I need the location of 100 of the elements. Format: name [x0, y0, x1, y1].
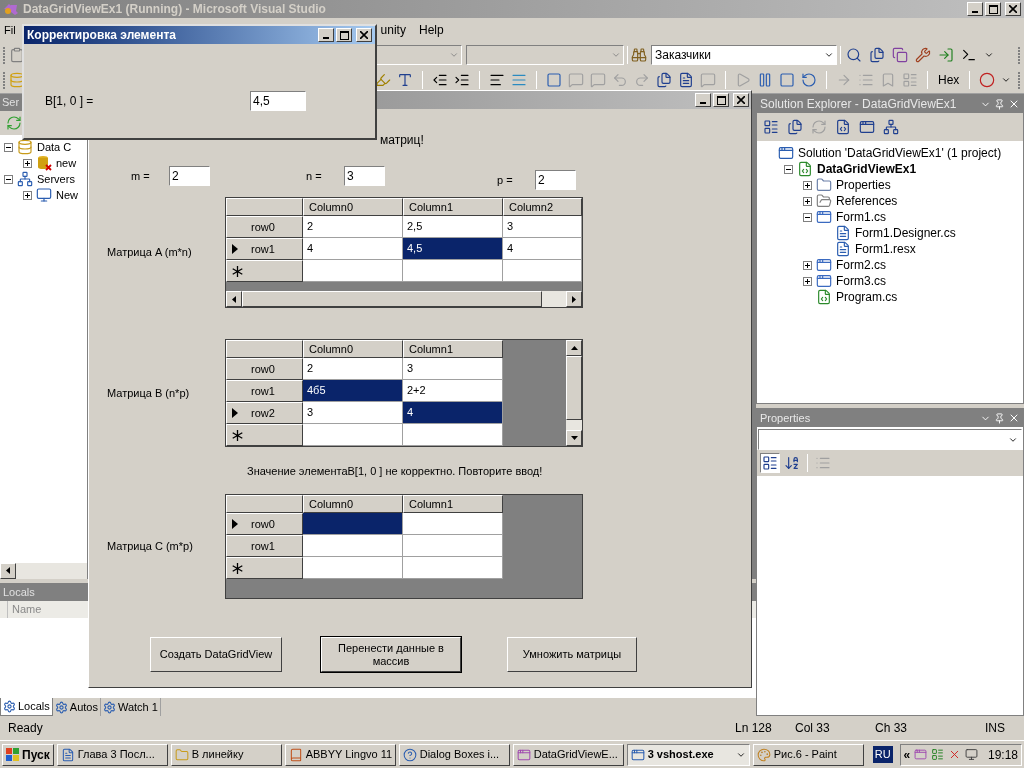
grid-cell[interactable] — [303, 260, 403, 282]
language-indicator[interactable]: RU — [872, 746, 893, 763]
column-header[interactable]: Column0 — [303, 340, 403, 358]
pin-icon[interactable] — [994, 98, 1005, 110]
app-icon[interactable] — [914, 748, 928, 761]
tree-item[interactable]: Program.cs — [836, 288, 898, 306]
grid-cell[interactable] — [303, 513, 403, 535]
expand-icon[interactable] — [23, 190, 32, 200]
tree-item[interactable]: Servers — [37, 170, 75, 188]
indent-icon[interactable] — [454, 72, 470, 88]
row-header[interactable]: row0 — [226, 216, 303, 238]
align-icon[interactable] — [489, 72, 505, 88]
close-icon[interactable] — [1008, 98, 1020, 110]
collapse-icon[interactable] — [784, 164, 793, 174]
row-header[interactable] — [226, 557, 303, 579]
taskbar-button[interactable]: DataGridViewE... — [512, 743, 624, 766]
grid-cell[interactable]: 2 — [303, 358, 403, 380]
tree-item[interactable]: Solution 'DataGridViewEx1' (1 project) — [798, 144, 1002, 162]
taskbar-button[interactable]: Глава 3 Посл... — [56, 743, 168, 766]
code-file-icon[interactable] — [816, 289, 832, 305]
network-icon[interactable] — [965, 748, 979, 761]
horizontal-scrollbar[interactable] — [226, 291, 582, 307]
maximize-button[interactable] — [985, 2, 1001, 16]
copy-icon[interactable] — [892, 46, 908, 63]
row-header[interactable]: row0 — [226, 513, 303, 535]
tree-item[interactable]: References — [836, 192, 898, 210]
file-icon[interactable] — [835, 225, 851, 241]
form-icon[interactable] — [816, 209, 832, 225]
expand-icon[interactable] — [803, 276, 812, 286]
action-button[interactable]: Умножить матрицы — [507, 637, 637, 672]
scroll-arrow-button[interactable] — [566, 340, 582, 356]
minimize-button[interactable] — [695, 93, 711, 107]
book-icon[interactable] — [288, 747, 303, 762]
folder-icon[interactable] — [816, 193, 832, 209]
binoculars-icon[interactable] — [631, 46, 647, 63]
designer-icon[interactable] — [859, 119, 875, 135]
number-field[interactable]: 2 — [535, 170, 576, 190]
tree-item[interactable]: Form2.cs — [836, 256, 886, 274]
grid-cell[interactable]: 3 — [303, 402, 403, 424]
sort-alphabetical-icon[interactable] — [784, 455, 800, 471]
grid-cell[interactable] — [403, 424, 503, 446]
properties-icon[interactable] — [763, 119, 779, 135]
scroll-arrow-button[interactable] — [566, 430, 582, 446]
project-icon[interactable] — [797, 161, 813, 177]
close-icon[interactable] — [1008, 412, 1020, 424]
breakpoint-icon[interactable] — [979, 72, 996, 88]
grid-cell[interactable]: 4 — [303, 238, 403, 260]
grid-cell[interactable] — [303, 535, 403, 557]
column-header[interactable]: Column1 — [403, 495, 503, 513]
tree-item[interactable]: Form1.cs — [836, 208, 886, 226]
expand-icon[interactable] — [803, 180, 812, 190]
grid-cell[interactable]: 2+2 — [403, 380, 503, 402]
taskbar-button[interactable]: В линейку — [170, 743, 282, 766]
row-header[interactable]: row0 — [226, 358, 303, 380]
tree-item[interactable]: Form1.Designer.cs — [855, 224, 956, 242]
grid-cell[interactable]: 3 — [403, 358, 503, 380]
expand-icon[interactable] — [803, 196, 812, 206]
grid-cell[interactable] — [503, 260, 582, 282]
menu-item[interactable]: Help — [418, 21, 444, 39]
grid-cell[interactable] — [403, 535, 503, 557]
tools-icon[interactable] — [915, 46, 931, 63]
row-header[interactable]: row1 — [226, 380, 303, 402]
close-button[interactable] — [1005, 2, 1021, 16]
database-icon[interactable] — [17, 139, 33, 155]
grid-cell[interactable]: 4 — [403, 402, 503, 424]
documents-icon[interactable] — [869, 46, 885, 63]
tree-item[interactable]: DataGridViewEx1 — [817, 160, 917, 178]
scroll-arrow-button[interactable] — [566, 291, 582, 307]
expand-icon[interactable] — [23, 158, 32, 168]
maximize-button[interactable] — [713, 93, 729, 107]
column-header[interactable]: Column2 — [503, 198, 582, 216]
grid-cell[interactable]: 2,5 — [403, 216, 503, 238]
number-field[interactable]: 2 — [169, 166, 210, 186]
start-button[interactable]: Пуск — [2, 743, 54, 766]
column-header[interactable]: Column0 — [303, 198, 403, 216]
file-icon[interactable] — [835, 241, 851, 257]
pin-icon[interactable] — [994, 412, 1005, 424]
tray-chevron[interactable]: « — [903, 745, 911, 764]
taskbar-button[interactable]: 3 vshost.exe — [626, 743, 750, 766]
minimize-button[interactable] — [967, 2, 983, 16]
scroll-arrow-button[interactable] — [226, 291, 242, 307]
value-field[interactable]: 4,5 — [250, 91, 306, 111]
grid-cell[interactable] — [303, 557, 403, 579]
hex-button[interactable]: Hex — [937, 71, 961, 89]
search-icon[interactable] — [846, 46, 862, 63]
grid-cell[interactable]: 2 — [303, 216, 403, 238]
object-dropdown[interactable] — [758, 429, 1022, 450]
form-icon[interactable] — [816, 273, 832, 289]
form-icon[interactable] — [816, 257, 832, 273]
taskbar-button[interactable]: ABBYY Lingvo 11 — [284, 743, 396, 766]
tree-item[interactable]: new — [56, 154, 77, 172]
minimize-button[interactable] — [318, 28, 334, 42]
collapse-icon[interactable] — [4, 142, 13, 152]
row-header[interactable]: row2 — [226, 402, 303, 424]
categorized-icon[interactable] — [762, 455, 778, 471]
row-header[interactable]: row1 — [226, 535, 303, 557]
grid-cell[interactable] — [403, 513, 503, 535]
collapse-icon[interactable] — [4, 174, 13, 184]
column-header[interactable]: Column0 — [303, 495, 403, 513]
row-header[interactable] — [226, 424, 303, 446]
